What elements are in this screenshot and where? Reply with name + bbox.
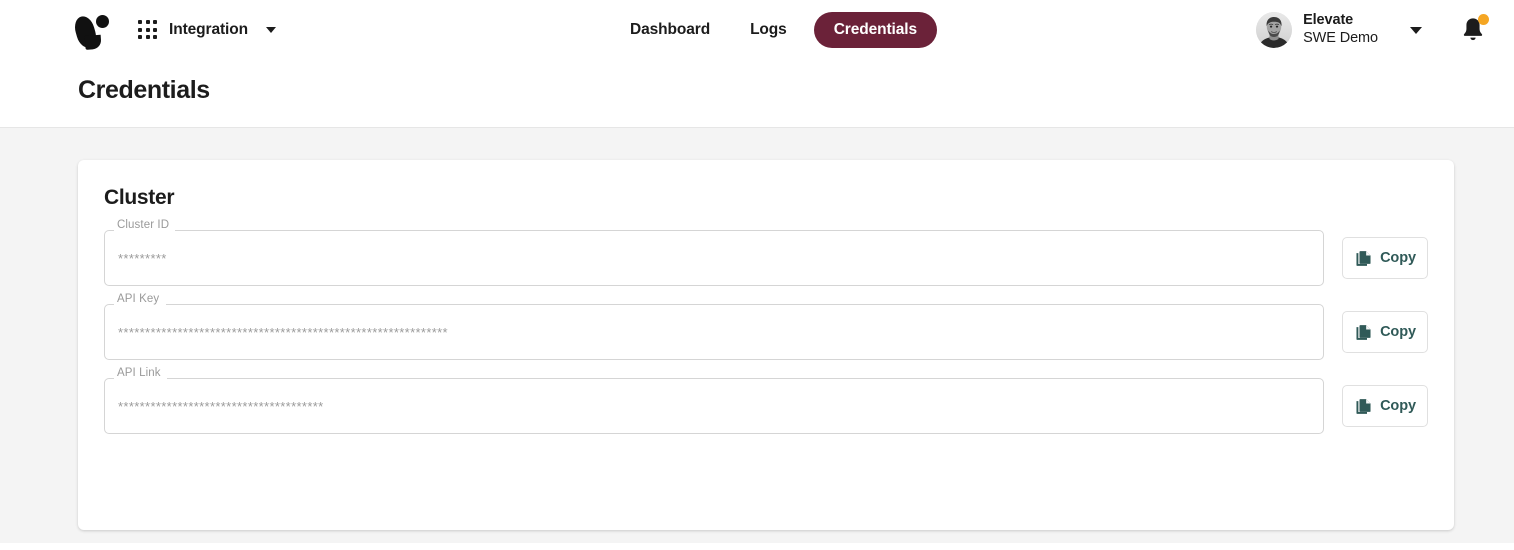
apps-grid-dot xyxy=(153,35,158,40)
workspace-selector-label[interactable]: Integration xyxy=(169,21,248,39)
field-row-api-key: API Key API Key ************************… xyxy=(104,293,1428,360)
user-org-name: Elevate xyxy=(1303,12,1354,29)
user-avatar[interactable] xyxy=(1256,12,1293,48)
apps-grid-icon[interactable] xyxy=(138,20,158,40)
apps-grid-dot xyxy=(138,20,142,24)
copy-icon xyxy=(1356,324,1371,340)
apps-grid-dot xyxy=(145,27,150,32)
apps-grid-dot xyxy=(138,35,142,40)
copy-cluster-id-label: Copy xyxy=(1380,250,1416,266)
field-row-api-link: API Link API Link **********************… xyxy=(104,367,1428,434)
api-link-value: ************************************** xyxy=(118,398,324,414)
page-content: Cluster Cluster ID Cluster ID ********* … xyxy=(0,128,1514,543)
header-right-cluster: Elevate SWE Demo xyxy=(1256,0,1489,60)
copy-icon xyxy=(1356,398,1371,414)
avatar-photo-illustration xyxy=(1256,12,1293,48)
cluster-credentials-card: Cluster Cluster ID Cluster ID ********* … xyxy=(78,160,1454,530)
field-row-cluster-id: Cluster ID Cluster ID ********* Copy xyxy=(104,219,1428,286)
brand-logo-bean-shape xyxy=(71,14,100,50)
user-subtitle: SWE Demo xyxy=(1303,30,1378,46)
workspace-chevron-down-icon[interactable] xyxy=(265,27,276,33)
apps-grid-dot xyxy=(138,27,142,32)
apps-grid-dot xyxy=(153,27,158,32)
copy-api-link-button[interactable]: Copy xyxy=(1342,385,1428,427)
copy-icon xyxy=(1356,250,1371,266)
nav-item-dashboard[interactable]: Dashboard xyxy=(617,12,723,48)
api-key-value: ****************************************… xyxy=(118,324,448,340)
copy-api-link-label: Copy xyxy=(1380,398,1416,414)
nav-item-credentials[interactable]: Credentials xyxy=(813,12,938,48)
primary-nav: Dashboard Logs Credentials xyxy=(617,0,938,60)
api-key-field[interactable]: API Key API Key ************************… xyxy=(104,293,1324,360)
brand-logo-icon[interactable] xyxy=(71,12,110,50)
card-title: Cluster xyxy=(104,186,175,209)
notifications-button[interactable] xyxy=(1460,14,1489,44)
brand-logo-dot-shape xyxy=(96,15,109,28)
apps-grid-dot xyxy=(145,35,150,40)
cluster-id-field[interactable]: Cluster ID Cluster ID ********* xyxy=(104,219,1324,286)
api-link-field[interactable]: API Link API Link **********************… xyxy=(104,367,1324,434)
apps-grid-dot xyxy=(145,20,150,24)
top-navigation-bar: Integration Dashboard Logs Credentials E… xyxy=(0,0,1514,60)
copy-api-key-button[interactable]: Copy xyxy=(1342,311,1428,353)
copy-cluster-id-button[interactable]: Copy xyxy=(1342,237,1428,279)
copy-api-key-label: Copy xyxy=(1380,324,1416,340)
cluster-id-value: ********* xyxy=(118,250,167,266)
page-title-band: Credentials xyxy=(0,60,1514,128)
page-title: Credentials xyxy=(78,76,210,104)
user-identity-block[interactable]: Elevate SWE Demo xyxy=(1303,12,1378,47)
user-menu-chevron-down-icon[interactable] xyxy=(1410,26,1422,34)
apps-grid-dot xyxy=(153,20,158,24)
nav-item-logs[interactable]: Logs xyxy=(737,12,800,48)
notification-unread-dot xyxy=(1478,14,1489,25)
